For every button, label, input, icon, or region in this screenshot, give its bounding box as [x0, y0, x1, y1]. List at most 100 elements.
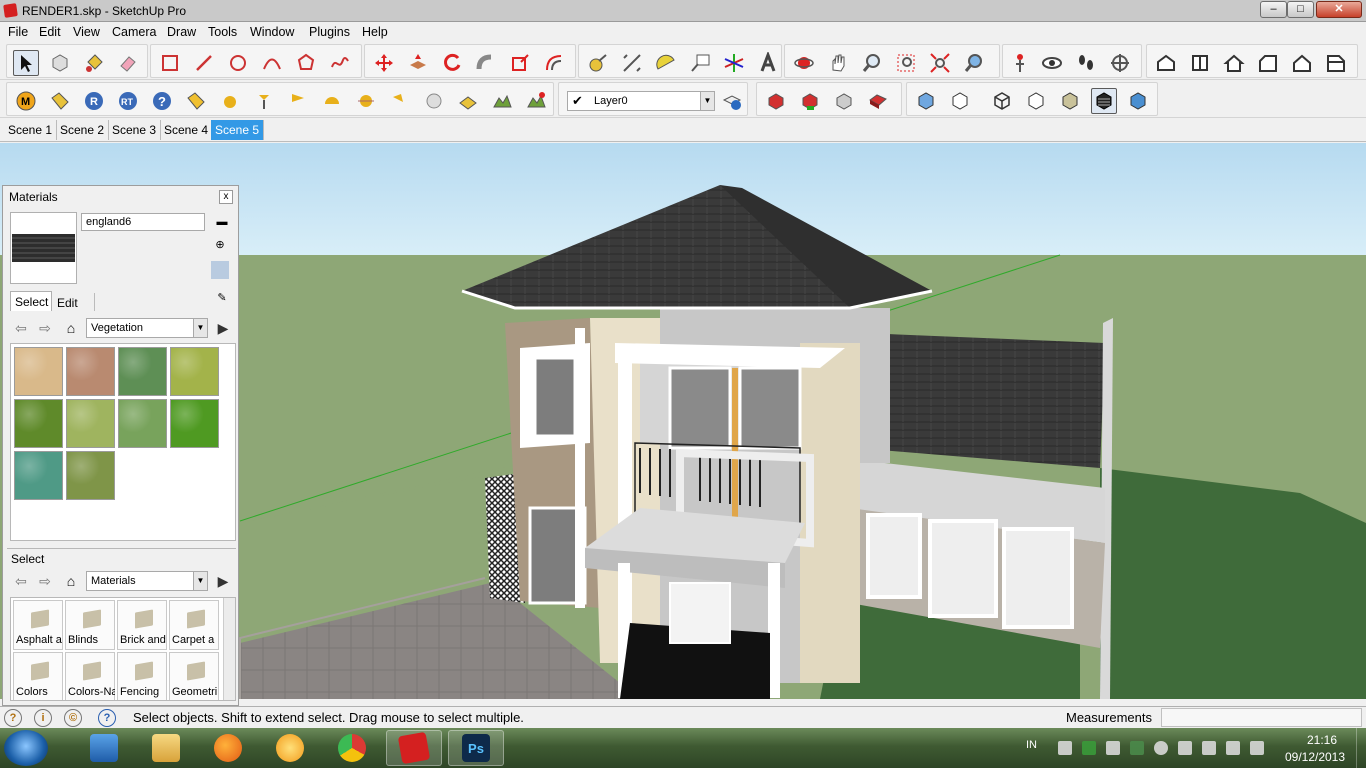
- back-view-icon[interactable]: [1289, 50, 1315, 76]
- tab-select[interactable]: Select: [10, 291, 52, 311]
- arc-icon[interactable]: [259, 50, 285, 76]
- plugin-rt-icon[interactable]: RT: [115, 88, 141, 114]
- xray-icon[interactable]: [913, 88, 939, 114]
- menu-file[interactable]: File: [8, 25, 28, 39]
- material-swatch[interactable]: [118, 399, 167, 448]
- follow-me-icon[interactable]: [473, 50, 499, 76]
- freehand-icon[interactable]: [327, 50, 353, 76]
- folder-colors-named[interactable]: Colors-Na: [65, 652, 115, 700]
- union-icon[interactable]: [831, 88, 857, 114]
- show-desktop-button[interactable]: [1356, 728, 1366, 768]
- chrome-icon[interactable]: [324, 730, 380, 766]
- tray-app-icon[interactable]: [1130, 741, 1144, 755]
- material-swatch[interactable]: [66, 399, 115, 448]
- details-arrow-icon[interactable]: ▶: [214, 319, 232, 337]
- volume-icon[interactable]: [1226, 741, 1240, 755]
- start-button[interactable]: [4, 730, 48, 766]
- tab-scene-1[interactable]: Scene 1: [4, 120, 58, 140]
- folder-carpet[interactable]: Carpet a: [169, 600, 219, 650]
- sphere-light-icon[interactable]: [217, 88, 243, 114]
- close-button[interactable]: ✕: [1316, 1, 1362, 18]
- material-swatch[interactable]: [14, 451, 63, 500]
- instructor-help-icon[interactable]: ?: [98, 709, 116, 727]
- zoom-icon[interactable]: [859, 50, 885, 76]
- geo-location-icon[interactable]: ?: [4, 709, 22, 727]
- protractor-icon[interactable]: [653, 50, 679, 76]
- wireframe-icon[interactable]: [989, 88, 1015, 114]
- tray-app-icon[interactable]: [1178, 741, 1192, 755]
- language-indicator[interactable]: IN: [1026, 739, 1037, 751]
- tab-scene-4[interactable]: Scene 4: [160, 120, 214, 140]
- offset-icon[interactable]: [541, 50, 567, 76]
- subtract-icon[interactable]: [865, 88, 891, 114]
- material-swatch[interactable]: [66, 347, 115, 396]
- plugin-label-icon[interactable]: [183, 88, 209, 114]
- line-icon[interactable]: [191, 50, 217, 76]
- back-icon[interactable]: ⇦: [12, 319, 30, 337]
- sphere-material-icon[interactable]: [421, 88, 447, 114]
- tab-scene-2[interactable]: Scene 2: [56, 120, 110, 140]
- monochrome-icon[interactable]: [1125, 88, 1151, 114]
- help-icon[interactable]: ?: [149, 88, 175, 114]
- flag-icon[interactable]: [1250, 741, 1264, 755]
- photoshop-icon[interactable]: Ps: [448, 730, 504, 766]
- menu-plugins[interactable]: Plugins: [309, 25, 350, 39]
- push-pull-icon[interactable]: [405, 50, 431, 76]
- material-swatch[interactable]: [14, 399, 63, 448]
- library-scrollbar[interactable]: [223, 598, 235, 700]
- folder-blinds[interactable]: Blinds: [65, 600, 115, 650]
- look-around-icon[interactable]: [1039, 50, 1065, 76]
- layer-manager-icon[interactable]: [719, 88, 745, 114]
- tray-app-icon[interactable]: [1106, 741, 1120, 755]
- menu-view[interactable]: View: [73, 25, 100, 39]
- orbit-icon[interactable]: [791, 50, 817, 76]
- position-camera-icon[interactable]: [1007, 50, 1033, 76]
- pan-icon[interactable]: [825, 50, 851, 76]
- top-view-icon[interactable]: [1187, 50, 1213, 76]
- create-material-icon[interactable]: ⊕: [211, 236, 229, 254]
- hidden-line-icon[interactable]: [1023, 88, 1049, 114]
- chevron-down-icon[interactable]: ▼: [193, 319, 207, 337]
- rectangle-icon[interactable]: [157, 50, 183, 76]
- material-swatch[interactable]: [170, 347, 219, 396]
- forward-icon[interactable]: ⇨: [36, 572, 54, 590]
- layer-dropdown[interactable]: ✔ Layer0 ▼: [567, 91, 715, 111]
- close-icon[interactable]: x: [219, 190, 233, 204]
- rotate-icon[interactable]: [439, 50, 465, 76]
- tray-app-icon[interactable]: [1082, 741, 1096, 755]
- omni-light-icon[interactable]: [353, 88, 379, 114]
- plugin-m-icon[interactable]: M: [13, 88, 39, 114]
- shaded-icon[interactable]: [1057, 88, 1083, 114]
- menu-camera[interactable]: Camera: [112, 25, 156, 39]
- chevron-down-icon[interactable]: ▼: [193, 572, 207, 590]
- explorer-icon[interactable]: [138, 730, 194, 766]
- iso-view-icon[interactable]: [1153, 50, 1179, 76]
- material-swatch[interactable]: [170, 399, 219, 448]
- forward-icon[interactable]: ⇨: [36, 319, 54, 337]
- minimize-button[interactable]: –: [1260, 1, 1287, 18]
- tape-measure-icon[interactable]: [585, 50, 611, 76]
- menu-window[interactable]: Window: [250, 25, 294, 39]
- firefox-icon[interactable]: [200, 730, 256, 766]
- scale-icon[interactable]: [507, 50, 533, 76]
- dimension-icon[interactable]: [619, 50, 645, 76]
- home-icon[interactable]: ⌂: [62, 319, 80, 337]
- folder-fencing[interactable]: Fencing: [117, 652, 167, 700]
- clock-time[interactable]: 21:16: [1296, 733, 1348, 747]
- folder-asphalt[interactable]: Asphalt a: [13, 600, 63, 650]
- details-arrow-icon[interactable]: ▶: [214, 572, 232, 590]
- material-name-field[interactable]: england6: [81, 213, 205, 231]
- folder-geometric[interactable]: Geometri: [169, 652, 219, 700]
- tab-scene-5[interactable]: Scene 5: [211, 120, 265, 140]
- walk-icon[interactable]: [1073, 50, 1099, 76]
- plane-icon[interactable]: [455, 88, 481, 114]
- material-swatch[interactable]: [66, 451, 115, 500]
- tab-edit[interactable]: Edit: [53, 293, 95, 311]
- clock-date[interactable]: 09/12/2013: [1280, 750, 1350, 764]
- display-secondary-icon[interactable]: ▬: [213, 213, 231, 231]
- menu-tools[interactable]: Tools: [208, 25, 237, 39]
- plugin-tag-icon[interactable]: [47, 88, 73, 114]
- zoom-window-icon[interactable]: [893, 50, 919, 76]
- measurements-input[interactable]: [1161, 708, 1362, 727]
- maximize-button[interactable]: □: [1287, 1, 1314, 18]
